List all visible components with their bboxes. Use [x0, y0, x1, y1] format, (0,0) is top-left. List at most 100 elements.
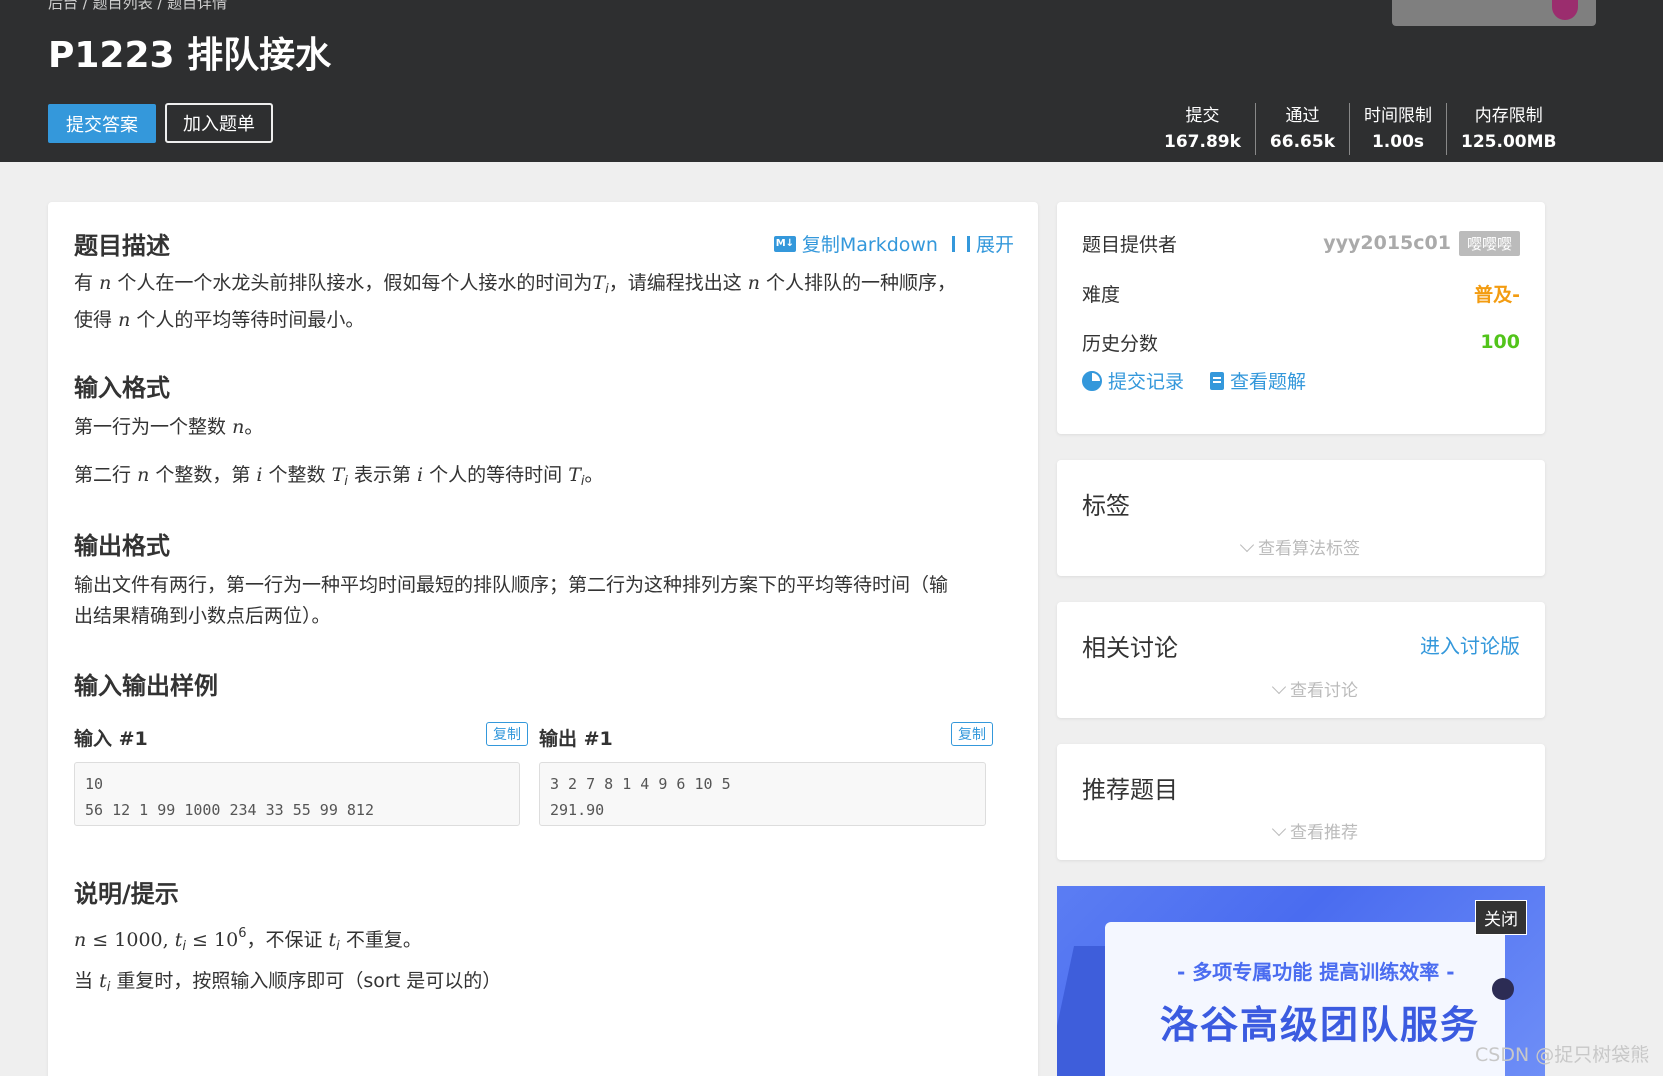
- text: 个人在一个水龙头前排队接水，假如每个人接水的时间为: [117, 272, 593, 294]
- chevron-down-icon: [1239, 537, 1255, 553]
- show-tags-toggle[interactable]: 查看算法标签: [1057, 534, 1545, 559]
- input-format-title: 输入格式: [74, 374, 170, 402]
- score-row: 历史分数 100: [1082, 327, 1520, 357]
- view-solution-link[interactable]: 查看题解: [1210, 367, 1306, 394]
- provider-name[interactable]: yyy2015c01: [1323, 232, 1451, 254]
- math-i: i: [256, 464, 263, 486]
- text: 。: [584, 464, 604, 486]
- submission-records-link[interactable]: 提交记录: [1082, 367, 1184, 394]
- math-sub-i: i: [336, 939, 340, 954]
- avatar[interactable]: [1552, 0, 1578, 20]
- text: 个整数: [268, 464, 326, 486]
- breadcrumb[interactable]: 后台 / 题目列表 / 题目详情: [48, 0, 227, 13]
- description-title: 题目描述: [74, 232, 170, 260]
- watermark: CSDN @捉只树袋熊: [1475, 1044, 1650, 1066]
- user-badge: 嘤嘤嘤: [1458, 230, 1520, 256]
- difficulty-label: 难度: [1082, 283, 1121, 306]
- math-sub-i: i: [182, 939, 186, 954]
- text: 当: [74, 970, 94, 992]
- text: 表示第: [353, 464, 411, 486]
- math-T: T: [331, 464, 345, 486]
- samples-title: 输入输出样例: [74, 672, 218, 700]
- text: 第二行: [74, 464, 132, 486]
- stat-label: 通过: [1285, 106, 1320, 126]
- text: ，请编程找出这: [608, 272, 742, 294]
- show-discussion-toggle[interactable]: 查看讨论: [1057, 676, 1545, 701]
- markdown-icon: M↓: [773, 235, 796, 252]
- ad-title: 洛谷高级团队服务: [1160, 1003, 1481, 1047]
- score-label: 历史分数: [1082, 332, 1159, 355]
- text: 输出文件有两行，第一行为一种平均时间最短的排队顺序；第二行为这种排列方案下的平均…: [74, 574, 949, 596]
- ad-close-button[interactable]: 关闭: [1475, 900, 1527, 935]
- text: 。: [244, 416, 264, 438]
- book-icon: [1210, 371, 1225, 390]
- description-text: 有 n 个人在一个水龙头前排队接水，假如每个人接水的时间为Ti，请编程找出这 n…: [74, 268, 1014, 336]
- stat-value: 66.65k: [1269, 132, 1335, 152]
- hint-line2: 当 ti 重复时，按照输入顺序即可（sort 是可以的）: [74, 966, 1014, 1003]
- expand-link[interactable]: 展开: [951, 230, 1014, 257]
- stat-submissions: 提交 167.89k: [1150, 103, 1255, 155]
- stat-label: 提交: [1185, 106, 1220, 126]
- text: ，不保证: [246, 929, 323, 951]
- text: 出结果精确到小数点后两位）。: [74, 605, 331, 627]
- problem-header: 后台 / 题目列表 / 题目详情 P1223 排队接水 提交答案 加入题单 提交…: [0, 0, 1663, 162]
- sample-output-box[interactable]: 3 2 7 8 1 4 9 6 10 5 291.90: [539, 762, 986, 826]
- add-to-list-button[interactable]: 加入题单: [165, 103, 273, 143]
- provider-label: 题目提供者: [1082, 233, 1178, 256]
- text: 不重复。: [345, 929, 422, 951]
- toggle-label: 查看推荐: [1290, 823, 1358, 843]
- math-le: ≤: [192, 929, 208, 951]
- expand-icon: [951, 235, 970, 252]
- discussion-card: 相关讨论 进入讨论版 查看讨论: [1057, 602, 1545, 718]
- info-links: 提交记录 查看题解: [1082, 367, 1306, 394]
- text: 个人排队的一种顺序，: [766, 272, 957, 294]
- tags-title: 标签: [1082, 492, 1130, 520]
- text: 个人的等待时间: [429, 464, 563, 486]
- input-format-line2: 第二行 n 个整数，第 i 个整数 Ti 表示第 i 个人的等待时间 Ti。: [74, 460, 1014, 497]
- problem-info-card: 题目提供者 yyy2015c01 嘤嘤嘤 难度 普及- 历史分数 100 提交记…: [1057, 202, 1545, 434]
- provider-row: 题目提供者 yyy2015c01 嘤嘤嘤: [1082, 228, 1520, 258]
- sample-input-label: 输入 #1: [74, 728, 148, 750]
- math-n: n: [118, 309, 131, 331]
- tags-card: 标签 查看算法标签: [1057, 460, 1545, 576]
- copy-output-button[interactable]: 复制: [951, 722, 993, 746]
- records-label: 提交记录: [1108, 371, 1185, 393]
- code-line: 3 2 7 8 1 4 9 6 10 5: [550, 775, 731, 793]
- chevron-down-icon: [1271, 679, 1287, 695]
- ad-banner[interactable]: - 多项专属功能 提高训练效率 - 洛谷高级团队服务 关闭: [1057, 886, 1545, 1076]
- discussion-title: 相关讨论: [1082, 634, 1178, 662]
- text: 有: [74, 272, 94, 294]
- output-format-text: 输出文件有两行，第一行为一种平均时间最短的排队顺序；第二行为这种排列方案下的平均…: [74, 570, 1014, 632]
- solution-label: 查看题解: [1230, 371, 1307, 393]
- copy-input-button[interactable]: 复制: [486, 722, 528, 746]
- hint-title: 说明/提示: [74, 880, 179, 908]
- math-T: T: [592, 272, 606, 294]
- stat-value: 167.89k: [1164, 132, 1241, 152]
- math-1000: 1000,: [114, 929, 169, 951]
- show-recommend-toggle[interactable]: 查看推荐: [1057, 818, 1545, 843]
- sample-input-box[interactable]: 10 56 12 1 99 1000 234 33 55 99 812: [74, 762, 520, 826]
- math-n: n: [137, 464, 150, 486]
- recommend-title: 推荐题目: [1082, 776, 1178, 804]
- copy-markdown-label: 复制Markdown: [801, 234, 938, 256]
- math-10: 10: [214, 929, 239, 951]
- input-format-line1: 第一行为一个整数 n。: [74, 412, 1014, 443]
- difficulty-value: 普及-: [1474, 283, 1520, 306]
- copy-markdown-link[interactable]: M↓ 复制Markdown: [773, 230, 938, 257]
- problem-card: 题目描述 M↓ 复制Markdown 展开 有 n 个人在一个水龙头前排队接水，…: [48, 202, 1038, 1076]
- math-T: T: [568, 464, 581, 486]
- submit-answer-button[interactable]: 提交答案: [48, 104, 156, 143]
- stat-value: 125.00MB: [1461, 132, 1557, 152]
- text: 第一行为一个整数: [74, 416, 227, 438]
- provider-user[interactable]: yyy2015c01 嘤嘤嘤: [1323, 230, 1520, 256]
- stat-accepted: 通过 66.65k: [1254, 103, 1349, 155]
- enter-forum-link[interactable]: 进入讨论版: [1420, 630, 1520, 659]
- code-line: 10: [85, 775, 104, 793]
- user-menu[interactable]: [1392, 0, 1596, 26]
- stat-label: 时间限制: [1364, 106, 1432, 126]
- math-le: ≤: [92, 929, 109, 951]
- difficulty-row: 难度 普及-: [1082, 278, 1520, 308]
- recommend-card: 推荐题目 查看推荐: [1057, 744, 1545, 860]
- math-n: n: [232, 416, 245, 438]
- code-line: 291.90: [550, 801, 605, 819]
